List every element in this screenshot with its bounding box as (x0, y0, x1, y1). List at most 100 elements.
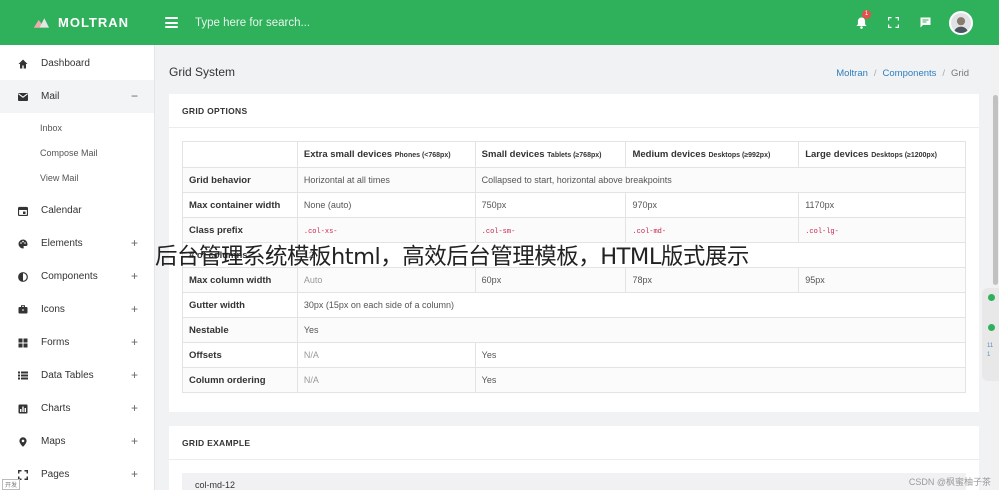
sidebar-item-label: Charts (41, 403, 71, 414)
calendar-icon (18, 206, 28, 216)
sidebar-item-charts[interactable]: Charts + (0, 392, 154, 425)
avatar[interactable] (949, 10, 973, 35)
notification-button[interactable]: 1 (845, 0, 877, 45)
sidebar-item-label: Icons (41, 304, 65, 315)
card-title: GRID EXAMPLE (182, 438, 251, 448)
table-row: Nestable Yes (182, 317, 967, 343)
sidebar-item-icons[interactable]: Icons + (0, 293, 154, 326)
table-header-row: Extra small devices Phones (<768px) Smal… (182, 141, 966, 168)
expand-toggle[interactable]: + (131, 368, 138, 382)
breadcrumb-separator: / (942, 68, 946, 79)
user-avatar-icon (951, 12, 971, 33)
envelope-icon (18, 92, 28, 102)
breadcrumb-link-components[interactable]: Components (883, 68, 937, 79)
code-snippet: .col-xs- (303, 227, 338, 236)
submenu-item-inbox[interactable]: Inbox (0, 115, 154, 140)
card-title: GRID OPTIONS (182, 106, 248, 116)
chat-button[interactable] (909, 0, 941, 45)
table-cell: Yes (474, 367, 967, 393)
float-label: 1 (987, 352, 991, 358)
watermark: CSDN @枫蜜柚子茶 (908, 477, 991, 487)
sidebar: Dashboard Mail − Inbox Compose Mail View… (0, 45, 155, 490)
divider (169, 127, 979, 128)
row-header: Offsets (182, 342, 298, 368)
expand-toggle[interactable]: + (131, 467, 138, 481)
sidebar-item-calendar[interactable]: Calendar (0, 194, 154, 227)
table-cell: Yes (296, 317, 967, 343)
table-cell: N/A (296, 342, 476, 368)
sidebar-item-label: Mail (41, 91, 60, 102)
fullscreen-button[interactable] (877, 0, 909, 45)
code-snippet: .col-md- (632, 227, 667, 236)
palette-icon (18, 239, 28, 249)
table-row: Grid behavior Horizontal at all times Co… (182, 167, 967, 193)
sidebar-item-label: Forms (41, 337, 70, 348)
table-cell: 750px (474, 192, 627, 218)
table-header-cell: Small devices Tablets (≥768px) (474, 141, 627, 168)
brand[interactable]: MOLTRAN (0, 0, 155, 45)
grid-icon (18, 338, 28, 348)
search-input[interactable] (195, 16, 495, 29)
sidebar-item-dashboard[interactable]: Dashboard (0, 47, 154, 80)
expand-toggle[interactable]: + (131, 335, 138, 349)
chat-icon (920, 17, 930, 28)
page-title: Grid System (169, 65, 236, 79)
sidebar-item-elements[interactable]: Elements + (0, 227, 154, 260)
table-header-cell: Large devices Desktops (≥1200px) (798, 141, 966, 168)
corner-tag: 开发 (2, 479, 21, 490)
notification-badge: 1 (862, 10, 871, 19)
sidebar-item-label: Elements (41, 238, 83, 249)
breadcrumb: Moltran / Components / Grid (836, 68, 969, 79)
brand-name: MOLTRAN (58, 15, 130, 30)
expand-icon (18, 469, 28, 480)
logo-icon (34, 18, 49, 28)
expand-toggle[interactable]: + (131, 302, 138, 316)
table-cell: 78px (625, 267, 800, 293)
page-scrollbar[interactable] (991, 45, 999, 490)
table-cell: 1170px (798, 192, 966, 218)
code-snippet: .col-lg- (805, 227, 839, 236)
overlay-caption: 后台管理系统模板html，高效后台管理模板，HTML版式展示 (155, 244, 749, 270)
table-row: Offsets N/A Yes (182, 342, 967, 368)
breadcrumb-separator: / (873, 68, 877, 79)
table-cell: Auto (296, 267, 476, 293)
sidebar-item-label: Calendar (41, 205, 82, 216)
table-row: Max column width Auto 60px 78px 95px (182, 267, 966, 293)
menu-toggle-icon[interactable] (165, 17, 178, 28)
expand-toggle[interactable]: + (131, 434, 138, 448)
list-icon (18, 371, 28, 381)
float-label: 11 (987, 343, 994, 349)
submenu-item-view-mail[interactable]: View Mail (0, 165, 154, 190)
expand-toggle[interactable]: + (131, 236, 138, 250)
row-header: Column ordering (182, 367, 298, 393)
collapse-toggle[interactable]: − (131, 89, 138, 103)
table-row: Max container width None (auto) 750px 97… (182, 192, 966, 218)
sidebar-item-maps[interactable]: Maps + (0, 425, 154, 458)
table-header-cell: Medium devices Desktops (≥992px) (625, 141, 800, 168)
submenu-item-compose-mail[interactable]: Compose Mail (0, 140, 154, 165)
row-header: Gutter width (182, 292, 298, 318)
table-cell: 60px (474, 267, 627, 293)
row-header: Grid behavior (182, 167, 298, 193)
floating-side-panel[interactable]: 11 1 (982, 288, 999, 381)
sidebar-item-mail[interactable]: Mail − (0, 80, 154, 113)
expand-toggle[interactable]: + (131, 401, 138, 415)
breadcrumb-link-moltran[interactable]: Moltran (836, 68, 868, 79)
scroll-thumb[interactable] (993, 95, 998, 285)
grid-example-row: col-md-12 (182, 473, 966, 490)
sidebar-item-forms[interactable]: Forms + (0, 326, 154, 359)
sidebar-item-label: Pages (41, 469, 70, 480)
table-row: Column ordering N/A Yes (182, 367, 967, 393)
table-cell: None (auto) (296, 192, 476, 218)
sidebar-item-label: Data Tables (41, 370, 94, 381)
expand-toggle[interactable]: + (131, 269, 138, 283)
divider (169, 459, 979, 460)
sidebar-item-pages[interactable]: Pages + (0, 458, 154, 490)
row-header: Max column width (182, 267, 298, 293)
row-header: Max container width (182, 192, 298, 218)
table-row: Gutter width 30px (15px on each side of … (182, 292, 967, 318)
sidebar-item-components[interactable]: Components + (0, 260, 154, 293)
top-navbar: MOLTRAN 1 (0, 0, 999, 45)
home-icon (18, 59, 28, 69)
sidebar-item-data-tables[interactable]: Data Tables + (0, 359, 154, 392)
